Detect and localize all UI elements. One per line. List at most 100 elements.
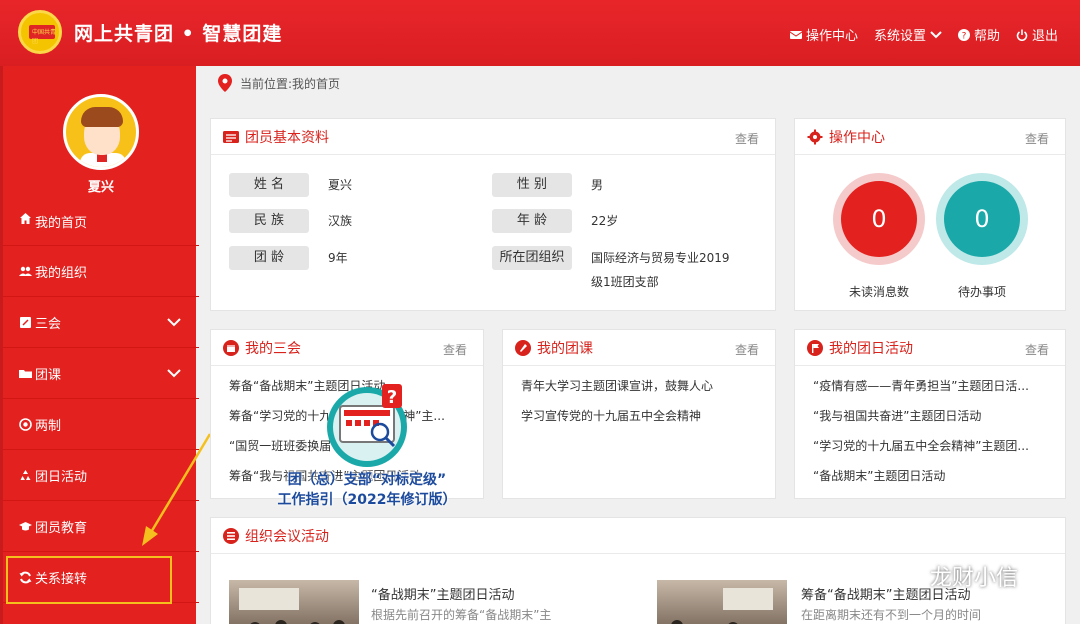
tuanri-title: 我的团日活动 xyxy=(829,340,913,357)
tuanke-view-link[interactable]: 查看 xyxy=(735,341,759,358)
nav-logout[interactable]: 退出 xyxy=(1016,25,1058,44)
promo-line-1: 团（总）支部“对标定级” xyxy=(287,472,447,488)
guide-promo-icon[interactable]: ? xyxy=(324,384,410,470)
power-icon xyxy=(1016,29,1028,41)
ops-view-link[interactable]: 查看 xyxy=(1025,130,1049,147)
ops-card: 操作中心 查看 0 未读消息数 0 待办事项 xyxy=(794,118,1066,311)
nav-help[interactable]: ? 帮助 xyxy=(957,25,1000,44)
ops-card-header: 操作中心 查看 xyxy=(795,119,1065,155)
svg-text:?: ? xyxy=(962,31,967,41)
calendar-icon xyxy=(223,339,239,356)
target-icon xyxy=(19,417,32,431)
field-value: 22岁 xyxy=(591,214,619,228)
profile-card: 团员基本资料 查看 姓 名 夏兴 性 别 男 民 族 汉族 年 龄 22岁 团 … xyxy=(210,118,776,311)
thumb-person xyxy=(671,620,683,624)
app-title: 网上共青团 • 智慧团建 xyxy=(74,23,283,45)
gear-icon xyxy=(807,129,823,144)
home-icon xyxy=(20,213,31,224)
watermark-text: 龙财小信 xyxy=(930,566,1019,591)
chevron-down-icon xyxy=(930,30,942,38)
thumb-screen xyxy=(723,588,773,610)
sidebar-item-label: 两制 xyxy=(35,418,62,434)
flag-icon xyxy=(807,339,823,356)
question-icon: ? xyxy=(957,28,970,41)
field-label: 姓 名 xyxy=(229,173,309,197)
tuanri-card-header: 我的团日活动 查看 xyxy=(795,330,1065,366)
breadcrumb: 当前位置:我的首页 xyxy=(218,74,340,92)
sidebar-item-transfer[interactable]: 关系接转 xyxy=(3,552,199,604)
sidebar-item-label: 我的首页 xyxy=(35,216,88,231)
sidebar-item-education[interactable]: 团员教育 xyxy=(3,501,199,552)
list-item[interactable]: “我与祖国共奋进”主题团日活动 xyxy=(813,407,1049,437)
nav-settings[interactable]: 系统设置 xyxy=(874,25,942,44)
profile-view-link[interactable]: 查看 xyxy=(735,130,759,147)
folder-icon xyxy=(19,369,32,378)
list-item[interactable]: “疫情有感——青年勇担当”主题团日活... xyxy=(813,377,1049,407)
meetings-card-header: 组织会议活动 xyxy=(211,518,1065,554)
svg-text:?: ? xyxy=(387,387,397,408)
top-nav: 操作中心 系统设置 ? 帮助 退出 xyxy=(789,25,1058,44)
meeting-desc: 根据先前召开的筹备“备战期末”主 xyxy=(371,608,552,622)
list-item[interactable]: “学习党的十九届五中全会精神”主题团... xyxy=(813,437,1049,467)
sidebar-item-tuanri[interactable]: 团日活动 xyxy=(3,450,199,501)
logo-text: 中国共青团 xyxy=(32,29,57,45)
avatar-hair xyxy=(81,107,123,127)
field-value: 汉族 xyxy=(328,214,353,228)
meeting-desc: 在距离期末还有不到一个月的时间 xyxy=(801,608,982,622)
tuanke-list: 青年大学习主题团课宣讲，鼓舞人心 学习宣传党的十九届五中全会精神 xyxy=(521,377,761,437)
list-item[interactable]: 学习宣传党的十九届五中全会精神 xyxy=(521,407,761,437)
field-label: 性 别 xyxy=(492,173,572,197)
sidebar-item-label: 团日活动 xyxy=(35,469,88,485)
envelope-icon xyxy=(789,30,802,39)
field-value: 9年 xyxy=(328,251,348,265)
recycle-icon xyxy=(20,469,31,480)
sidebar-item-label: 关系接转 xyxy=(35,571,88,587)
tuanri-view-link[interactable]: 查看 xyxy=(1025,341,1049,358)
top-header: 中国共青团 网上共青团 • 智慧团建 操作中心 系统设置 ? 帮助 退出 xyxy=(0,0,1080,66)
profile-title: 团员基本资料 xyxy=(245,129,329,146)
meeting-title[interactable]: “备战期末”主题团日活动 xyxy=(371,584,514,603)
sanhui-card-header: 我的三会 查看 xyxy=(211,330,483,366)
side-menu: 我的首页 我的组织 三会 团课 两制 团日活动 团员教育 关系接转 xyxy=(3,194,199,604)
meeting-thumbnail[interactable] xyxy=(229,580,359,624)
rocket-icon xyxy=(515,339,531,356)
sanhui-title: 我的三会 xyxy=(245,340,301,357)
list-item[interactable]: 青年大学习主题团课宣讲，鼓舞人心 xyxy=(521,377,761,407)
todo-label: 待办事项 xyxy=(957,285,1006,299)
nav-ops-center[interactable]: 操作中心 xyxy=(789,25,858,44)
sidebar-item-home[interactable]: 我的首页 xyxy=(3,194,199,246)
nav-logout-label: 退出 xyxy=(1031,29,1058,44)
field-label: 年 龄 xyxy=(492,209,572,233)
list-item[interactable]: “备战期末”主题团日活动 xyxy=(813,467,1049,497)
users-icon xyxy=(19,266,32,276)
avatar[interactable] xyxy=(63,94,139,170)
tuanri-card: 我的团日活动 查看 “疫情有感——青年勇担当”主题团日活... “我与祖国共奋进… xyxy=(794,329,1066,499)
tuanke-card-header: 我的团课 查看 xyxy=(503,330,775,366)
guide-promo-caption[interactable]: 团（总）支部“对标定级” 工作指引（2022年修订版） xyxy=(262,470,472,510)
meeting-thumbnail[interactable] xyxy=(657,580,787,624)
nav-ops-label: 操作中心 xyxy=(805,29,858,44)
thumb-screen xyxy=(239,588,299,610)
thumb-person xyxy=(275,620,287,624)
watermark: 龙财小信 xyxy=(894,560,1018,592)
thumb-person xyxy=(333,620,345,624)
tuanke-card: 我的团课 查看 青年大学习主题团课宣讲，鼓舞人心 学习宣传党的十九届五中全会精神 xyxy=(502,329,776,499)
profile-card-header: 团员基本资料 查看 xyxy=(211,119,775,155)
league-logo[interactable]: 中国共青团 xyxy=(18,10,62,54)
sidebar: 夏兴 我的首页 我的组织 三会 团课 两制 团日活动 团员教育 关系接转 xyxy=(0,66,199,624)
sidebar-item-label: 团课 xyxy=(35,367,62,383)
field-value: 级1班团支部 xyxy=(591,275,659,289)
todo-stat[interactable]: 0 xyxy=(936,173,1028,265)
username: 夏兴 xyxy=(87,180,114,195)
sidebar-item-sanhui[interactable]: 三会 xyxy=(3,297,199,348)
sidebar-item-tuanke[interactable]: 团课 xyxy=(3,348,199,399)
nav-help-label: 帮助 xyxy=(973,29,1000,44)
sidebar-item-label: 三会 xyxy=(35,316,62,332)
field-value: 男 xyxy=(591,178,604,192)
main-content: 当前位置:我的首页 团员基本资料 查看 姓 名 夏兴 性 别 男 民 族 汉族 … xyxy=(196,66,1080,624)
field-value: 夏兴 xyxy=(328,178,353,192)
unread-stat[interactable]: 0 xyxy=(833,173,925,265)
sanhui-view-link[interactable]: 查看 xyxy=(443,341,467,358)
sidebar-item-liangzhi[interactable]: 两制 xyxy=(3,399,199,450)
sidebar-item-org[interactable]: 我的组织 xyxy=(3,246,199,297)
